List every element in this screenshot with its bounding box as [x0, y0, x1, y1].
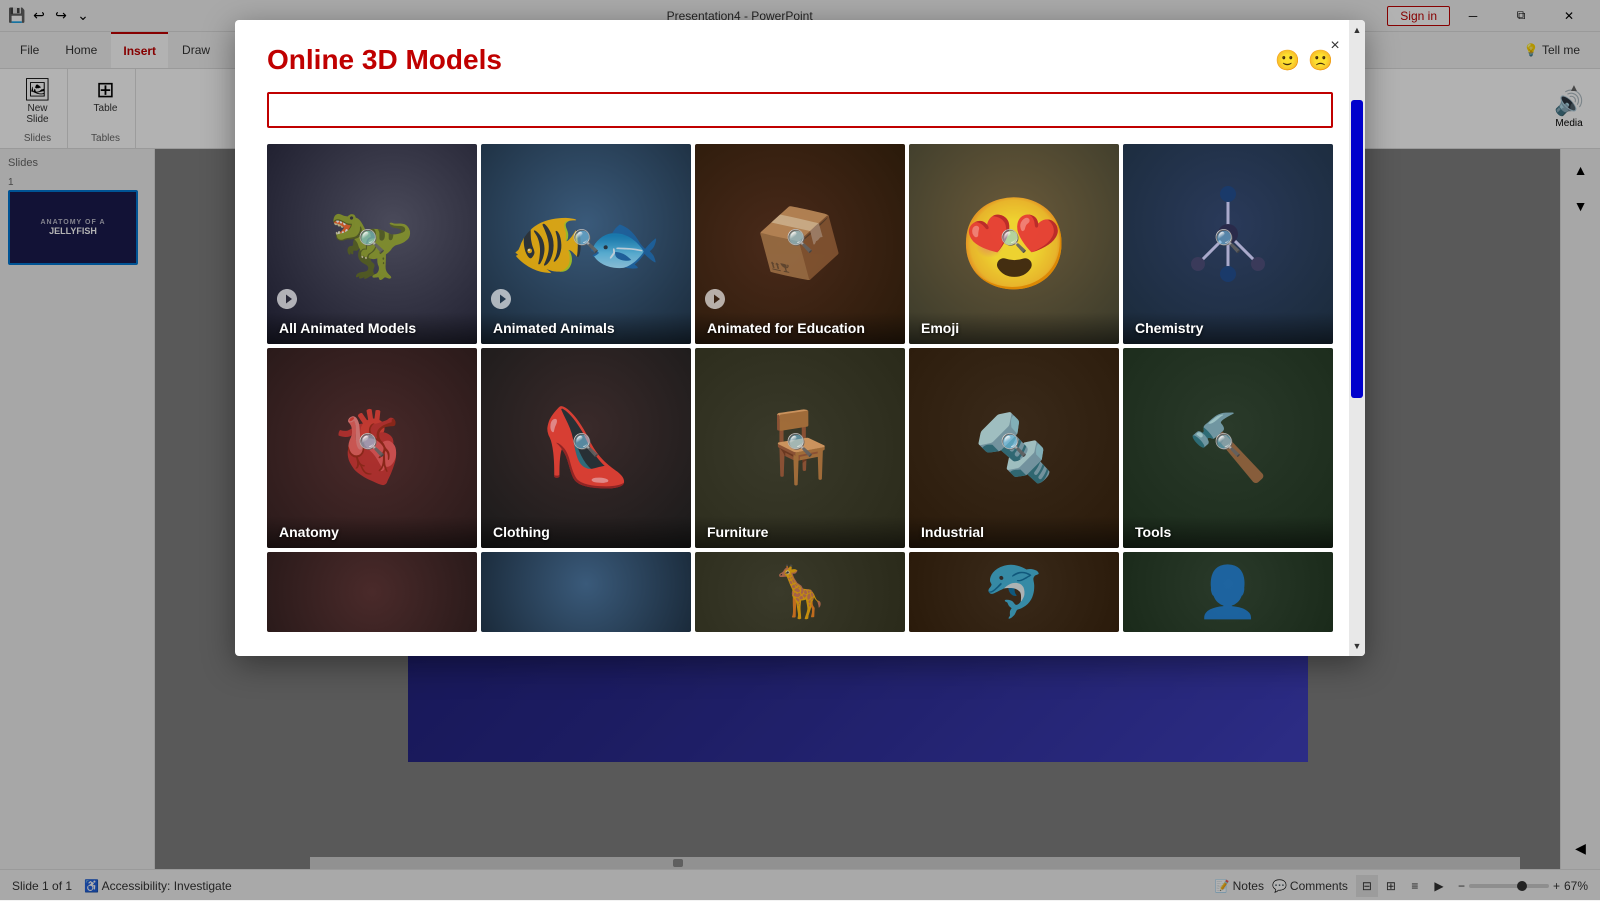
row3-card-5[interactable]: 👤 — [1123, 552, 1333, 632]
all-animated-label: All Animated Models — [267, 312, 477, 344]
scroll-down-button[interactable]: ▼ — [1349, 636, 1365, 656]
row3-card-4[interactable]: 🐬 — [909, 552, 1119, 632]
animated-animals-label: Animated Animals — [481, 312, 691, 344]
row3-card-3[interactable]: 🦒 — [695, 552, 905, 632]
modal-overlay: × Online 3D Models 🙂 🙁 ▲ ▼ — [0, 0, 1600, 900]
dialog-header: Online 3D Models 🙂 🙁 — [235, 20, 1365, 92]
row3-card-1[interactable] — [267, 552, 477, 632]
clothing-label: Clothing — [481, 516, 691, 548]
search-icon: 🔍 — [1214, 432, 1241, 458]
online-3d-models-dialog: × Online 3D Models 🙂 🙁 ▲ ▼ — [235, 20, 1365, 656]
model-grid-row2: 🫀 🔍 Anatomy 👠 🔍 Clothing 🪑 — [267, 348, 1333, 548]
category-clothing[interactable]: 👠 🔍 Clothing — [481, 348, 691, 548]
emoji-label: Emoji — [909, 312, 1119, 344]
model-grid-row3: 🦒 🐬 👤 — [267, 552, 1333, 632]
furniture-label: Furniture — [695, 516, 905, 548]
search-icon: 🔍 — [358, 228, 385, 254]
model-grid-row1: 🦖 🔍 All Animated Models — [267, 144, 1333, 344]
search-icon: 🔍 — [1214, 228, 1241, 254]
industrial-label: Industrial — [909, 516, 1119, 548]
search-icon: 🔍 — [572, 432, 599, 458]
search-icon: 🔍 — [1000, 228, 1027, 254]
thumbs-up-button[interactable]: 🙂 — [1275, 48, 1300, 73]
tools-label: Tools — [1123, 516, 1333, 548]
search-icon: 🔍 — [786, 432, 813, 458]
category-anatomy[interactable]: 🫀 🔍 Anatomy — [267, 348, 477, 548]
category-industrial[interactable]: 🔩 🔍 Industrial — [909, 348, 1119, 548]
animated-education-label: Animated for Education — [695, 312, 905, 344]
search-icon: 🔍 — [358, 432, 385, 458]
search-icon: 🔍 — [1000, 432, 1027, 458]
search-icon: 🔍 — [786, 228, 813, 254]
category-animated-education[interactable]: 📦 🔍 Animated for Education — [695, 144, 905, 344]
anatomy-label: Anatomy — [267, 516, 477, 548]
search-icon: 🔍 — [572, 228, 599, 254]
scroll-up-button[interactable]: ▲ — [1349, 20, 1365, 40]
search-input[interactable] — [267, 92, 1333, 128]
category-emoji[interactable]: 😍 🔍 Emoji — [909, 144, 1119, 344]
dialog-scrollbar: ▲ ▼ — [1349, 20, 1365, 656]
category-all-animated[interactable]: 🦖 🔍 All Animated Models — [267, 144, 477, 344]
category-furniture[interactable]: 🪑 🔍 Furniture — [695, 348, 905, 548]
category-chemistry[interactable]: 🔍 Chemistry — [1123, 144, 1333, 344]
chemistry-label: Chemistry — [1123, 312, 1333, 344]
dialog-title: Online 3D Models — [267, 44, 502, 76]
category-animated-animals[interactable]: 🐠🐟 🔍 Animated Animals — [481, 144, 691, 344]
dialog-close-button[interactable]: × — [1321, 32, 1349, 60]
scrollbar-thumb[interactable] — [1351, 100, 1363, 398]
row3-card-2[interactable] — [481, 552, 691, 632]
category-tools[interactable]: 🔨 🔍 Tools — [1123, 348, 1333, 548]
dialog-content: 🦖 🔍 All Animated Models — [235, 144, 1365, 656]
